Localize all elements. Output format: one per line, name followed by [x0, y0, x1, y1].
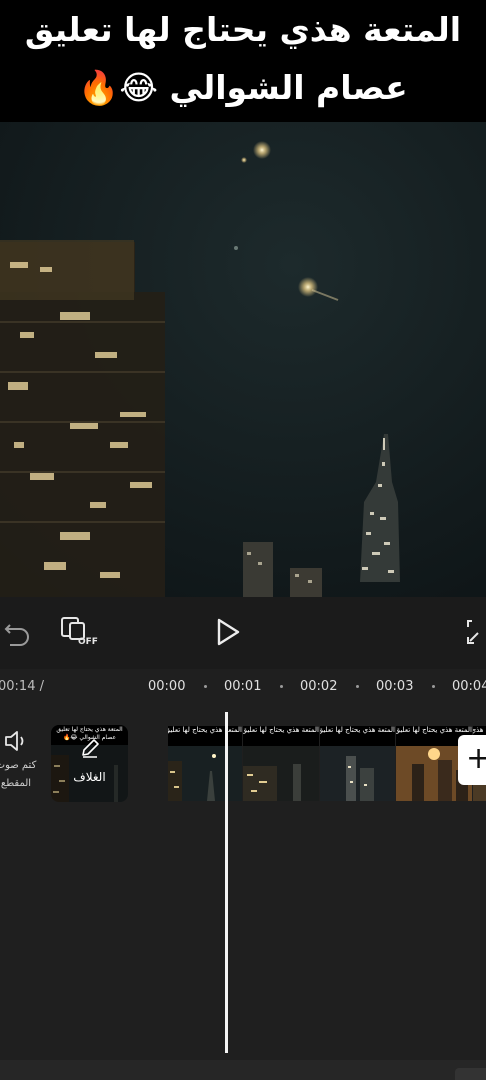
add-clip-button[interactable]: + [458, 735, 486, 785]
video-preview[interactable]: المتعة هذي يحتاج لها تعليق عصام الشوالي … [0, 0, 486, 597]
night-city-scene [0, 122, 486, 597]
playhead[interactable] [225, 712, 228, 1053]
frame-image [320, 746, 395, 801]
mute-label-2: المقطع [0, 778, 32, 789]
undo-icon[interactable] [4, 615, 30, 649]
caption-line-2: عصام الشوالي 😂🔥 [78, 68, 408, 107]
tick-dot [204, 685, 207, 688]
tick-label: 00:01 [224, 679, 262, 694]
tick-label: 00:02 [300, 679, 338, 694]
pencil-icon [82, 739, 99, 758]
cover-off-text: OFF [78, 637, 98, 647]
preview-toolbar: OFF [0, 597, 486, 669]
video-caption: المتعة هذي يحتاج لها تعليق عصام الشوالي … [0, 0, 486, 122]
mute-label-1: كتم صوت [0, 760, 37, 771]
tick-dot [356, 685, 359, 688]
speaker-icon [5, 731, 24, 751]
cover-off-toggle[interactable]: OFF [58, 615, 98, 651]
video-clip-track[interactable]: المتعة هذي يحتاج لها تعليق عصام الشوالي … [168, 726, 486, 801]
mute-clip-button[interactable]: كتم صوت المقطع [0, 729, 38, 793]
tick-dot [432, 685, 435, 688]
bottom-bar [0, 1060, 486, 1080]
clip-frame: المتعة هذي يحتاج لها تعليق عصام الشوالي … [243, 726, 319, 801]
cover-thumbnail[interactable]: المتعة هذي يحتاج لها تعليق عصام الشوالي … [51, 725, 128, 802]
clip-frame: المتعة هذي يحتاج لها تعليق عصام الشوالي … [168, 726, 242, 801]
timeline-panel[interactable]: 00:14 / 00:00 00:01 00:02 00:03 00:04 كت… [0, 669, 486, 1060]
tick-dot [280, 685, 283, 688]
left-building [0, 240, 165, 597]
fullscreen-icon[interactable] [466, 617, 486, 647]
tick-label: 00:03 [376, 679, 414, 694]
tick-label: 00:00 [148, 679, 186, 694]
frame-image [168, 746, 242, 801]
current-time: 00:14 / [0, 679, 44, 694]
caption-line-1: المتعة هذي يحتاج لها تعليق [24, 10, 462, 49]
bottom-handle [455, 1068, 486, 1080]
tick-label: 00:04 [452, 679, 486, 694]
frame-image [243, 746, 319, 801]
play-icon[interactable] [214, 617, 242, 647]
time-ruler: 00:14 / 00:00 00:01 00:02 00:03 00:04 [0, 669, 486, 709]
clip-frame: المتعة هذي يحتاج لها تعليق عصام الشوالي … [320, 726, 395, 801]
cover-label: الغلاف [73, 770, 106, 784]
